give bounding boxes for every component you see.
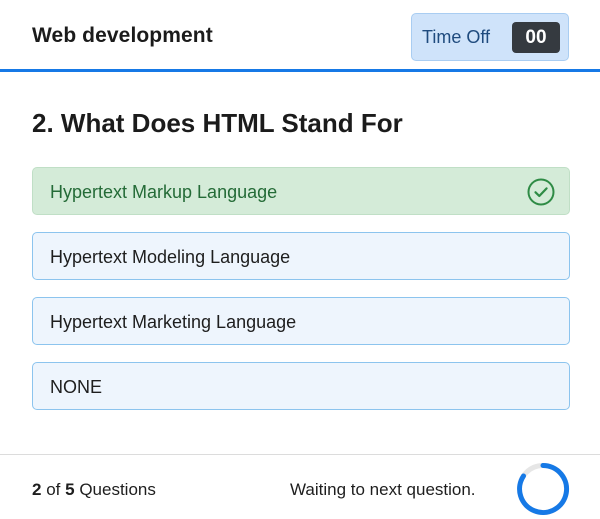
timer-value: 00 (512, 22, 560, 53)
answer-option-1[interactable]: Hypertext Markup Language (32, 167, 570, 215)
quiz-header: Web development Time Off 00 (0, 0, 600, 72)
answer-option-label: Hypertext Modeling Language (50, 247, 291, 267)
answer-option-label: Hypertext Markup Language (50, 182, 278, 202)
progress-of-text: of (46, 480, 61, 499)
waiting-message: Waiting to next question. (290, 480, 476, 499)
question-text: 2. What Does HTML Stand For (32, 108, 403, 138)
questions-label: Questions (79, 480, 156, 499)
timer-label: Time Off (422, 27, 491, 47)
quiz-title: Web development (32, 24, 213, 47)
question-progress: 2 of 5 Questions (32, 480, 156, 500)
answer-options: Hypertext Markup Language Hypertext Mode… (32, 167, 570, 410)
current-question-number: 2 (32, 480, 42, 499)
quiz-container: Web development Time Off 00 2. What Does… (0, 0, 600, 519)
total-questions-number: 5 (65, 480, 75, 499)
timer-box: Time Off 00 (411, 13, 569, 61)
quiz-footer: 2 of 5 Questions Waiting to next questio… (0, 454, 600, 519)
answer-option-label: Hypertext Marketing Language (50, 312, 297, 332)
answer-option-2[interactable]: Hypertext Modeling Language (32, 232, 570, 280)
check-circle-icon (527, 178, 555, 206)
loading-spinner-icon (517, 462, 570, 515)
answer-option-label: NONE (50, 377, 103, 397)
answer-option-4[interactable]: NONE (32, 362, 570, 410)
answer-option-3[interactable]: Hypertext Marketing Language (32, 297, 570, 345)
